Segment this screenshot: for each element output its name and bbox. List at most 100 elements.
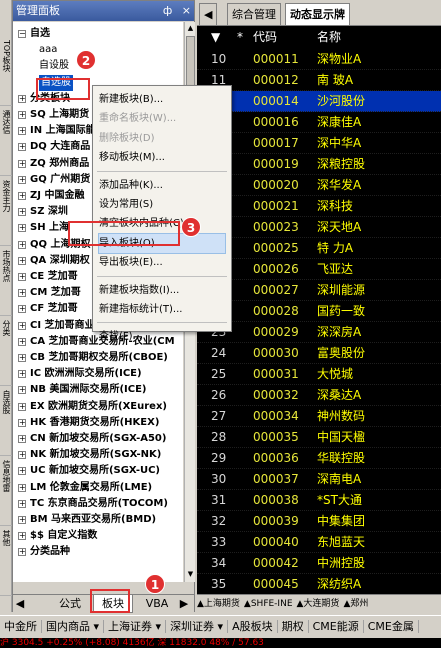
menu-item[interactable]: 添加品种(K)... <box>99 176 225 195</box>
tree-item[interactable]: + LM 伦敦金属交易所(LME) <box>13 480 183 496</box>
tree-item[interactable]: + EX 欧洲期货交易所(XEurex) <box>13 399 183 415</box>
expand-icon[interactable]: + <box>18 224 26 233</box>
table-row[interactable]: 16000020深华发A <box>197 175 441 196</box>
scroll-up-icon[interactable]: ▲ <box>186 23 195 34</box>
table-row[interactable]: 33 000040 东旭蓝天 <box>197 532 441 553</box>
side-tab[interactable]: TOP板块 <box>0 40 12 106</box>
table-row[interactable]: 17000021深科技 <box>197 196 441 217</box>
side-tab[interactable]: 其他 <box>0 530 12 596</box>
tab-vba[interactable]: VBA <box>139 595 175 613</box>
menu-item[interactable]: 移动板块(M)... <box>99 148 225 167</box>
table-row[interactable]: 20000026飞亚达 <box>197 259 441 280</box>
expand-icon[interactable]: + <box>18 175 26 184</box>
tree-item[interactable]: + $$ 自定义指数 <box>13 528 183 544</box>
category-button[interactable]: CME金属 <box>363 620 419 633</box>
tree-item[interactable]: + TC 东京商品交易所(TOCOM) <box>13 496 183 512</box>
tree-item[interactable]: + BM 马来西亚交易所(BMD) <box>13 512 183 528</box>
side-tab[interactable]: 市场热点 <box>0 250 12 316</box>
side-tab[interactable]: 分类 <box>0 320 12 386</box>
tab-overview[interactable]: 综合管理 <box>227 3 281 25</box>
collapse-icon[interactable]: − <box>18 30 26 38</box>
close-icon[interactable]: × <box>182 4 191 17</box>
expand-icon[interactable]: + <box>18 208 26 217</box>
tree-item[interactable]: + HK 香港期货交易所(HKEX) <box>13 415 183 431</box>
category-button[interactable]: 深圳证券 ▾ <box>166 620 229 633</box>
expand-icon[interactable]: + <box>18 499 26 508</box>
tree-item[interactable]: 自设股 <box>13 58 183 74</box>
category-button[interactable]: 上海证券 ▾ <box>104 620 167 633</box>
table-row[interactable]: 12000014沙河股份 <box>197 91 441 112</box>
tab-left-arrow-icon[interactable]: ◀ <box>199 3 218 25</box>
pin-icon[interactable]: ф <box>163 4 172 17</box>
category-button[interactable]: 国内商品 ▾ <box>42 620 105 633</box>
table-row[interactable]: 34 000042 中洲控股 <box>197 553 441 574</box>
expand-icon[interactable]: + <box>18 143 26 152</box>
expand-icon[interactable]: + <box>18 386 26 395</box>
table-row[interactable]: 15000019深粮控股 <box>197 154 441 175</box>
expand-icon[interactable]: + <box>18 467 26 476</box>
table-row[interactable]: 25 000031 大悦城 <box>197 364 441 385</box>
market-tab[interactable]: ▲上海期货 <box>197 599 240 609</box>
expand-icon[interactable]: + <box>18 451 26 460</box>
expand-icon[interactable]: + <box>18 483 26 492</box>
tree-item[interactable]: + CN 新加坡交易所(SGX-A50) <box>13 431 183 447</box>
scroll-down-icon[interactable]: ▼ <box>186 569 195 580</box>
table-row[interactable]: 24 000030 富奥股份 <box>197 343 441 364</box>
market-tab[interactable]: ▲郑州 <box>343 599 368 609</box>
expand-icon[interactable]: + <box>18 516 26 524</box>
table-row[interactable]: 32 000039 中集集团 <box>197 511 441 532</box>
expand-icon[interactable]: + <box>18 127 26 136</box>
expand-icon[interactable]: + <box>18 548 26 557</box>
table-row[interactable]: 11 000012 南 玻A <box>197 70 441 91</box>
expand-icon[interactable]: + <box>18 435 26 443</box>
tree-item[interactable]: + UC 新加坡交易所(SGX-UC) <box>13 463 183 479</box>
header-code[interactable]: 代码 <box>253 27 277 47</box>
side-tab[interactable]: 信息地雷 <box>0 460 12 526</box>
table-row[interactable]: 30 000037 深南电A <box>197 469 441 490</box>
header-star[interactable]: * <box>237 27 243 47</box>
expand-icon[interactable]: + <box>18 305 26 314</box>
market-tab[interactable]: ▲大连期货 <box>297 599 340 609</box>
expand-icon[interactable]: + <box>18 240 26 249</box>
table-row[interactable]: 23 000029 深深房A <box>197 322 441 343</box>
menu-item[interactable]: 导出板块(E)... <box>99 253 225 272</box>
table-row[interactable]: 29 000036 华联控股 <box>197 448 441 469</box>
side-tab[interactable]: 自选股 <box>0 390 12 456</box>
menu-item[interactable]: 新建板块(B)... <box>99 90 225 109</box>
expand-icon[interactable]: + <box>18 402 26 411</box>
tree-item[interactable]: + NB 美国洲际交易所(ICE) <box>13 382 183 398</box>
table-row[interactable]: 26 000032 深桑达A <box>197 385 441 406</box>
tree-item[interactable]: − 自选 <box>13 26 183 42</box>
category-button[interactable]: A股板块 <box>228 620 278 633</box>
expand-icon[interactable]: + <box>18 111 26 119</box>
expand-icon[interactable]: + <box>18 354 26 362</box>
expand-icon[interactable]: + <box>18 289 26 298</box>
table-row[interactable]: 19000025特 力A <box>197 238 441 259</box>
side-tab[interactable]: 资金主力 <box>0 180 12 246</box>
tab-formula[interactable]: 公式 <box>51 595 89 613</box>
table-row[interactable]: 18000023深天地A <box>197 217 441 238</box>
menu-item[interactable]: 新建指标统计(T)... <box>99 300 225 319</box>
tree-item[interactable]: + NK 新加坡交易所(SGX-NK) <box>13 447 183 463</box>
menu-item[interactable]: 新建板块指数(I)... <box>99 281 225 300</box>
sort-icon[interactable]: ▼ <box>211 27 220 47</box>
category-button[interactable]: 中金所 <box>0 620 42 633</box>
market-tab[interactable]: ▲SHFE-INE <box>244 599 293 609</box>
menu-item[interactable]: 查找(F)... <box>99 327 225 346</box>
side-tab[interactable]: 通达信 <box>0 110 12 176</box>
category-button[interactable]: 期权 <box>277 620 309 633</box>
table-row[interactable]: 10 000011 深物业A <box>197 49 441 70</box>
table-row[interactable]: 28 000035 中国天楹 <box>197 427 441 448</box>
expand-icon[interactable]: + <box>18 94 26 103</box>
tree-item[interactable]: + CB 芝加哥期权交易所(CBOE) <box>13 350 183 366</box>
tree-item[interactable]: + IC 欧洲洲际交易所(ICE) <box>13 366 183 382</box>
tree-item[interactable]: + 分类品种 <box>13 544 183 560</box>
tab-right-arrow-icon[interactable]: ▶ <box>177 595 191 613</box>
table-row[interactable]: 21000027深圳能源 <box>197 280 441 301</box>
expand-icon[interactable]: + <box>18 273 26 281</box>
expand-icon[interactable]: + <box>18 321 26 330</box>
expand-icon[interactable]: + <box>18 192 26 200</box>
expand-icon[interactable]: + <box>18 256 26 265</box>
table-row[interactable]: 13000016深康佳A <box>197 112 441 133</box>
header-name[interactable]: 名称 <box>317 27 341 47</box>
